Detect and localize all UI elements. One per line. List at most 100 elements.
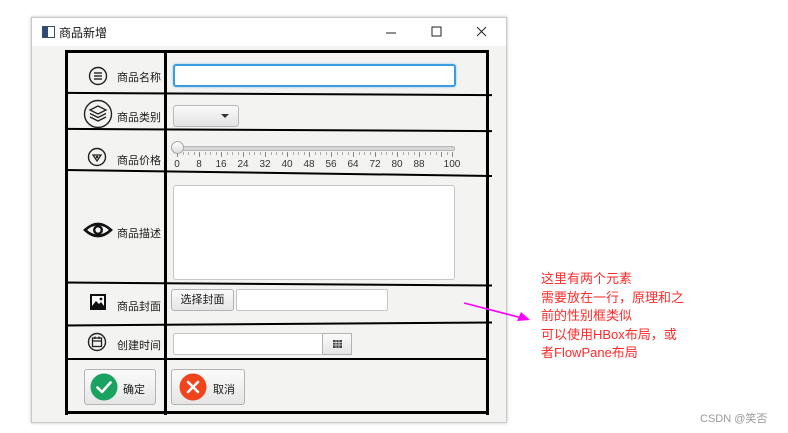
grid-line-row5 [64,321,493,327]
ok-button[interactable]: 确定 [84,369,156,405]
slider-tick-label: 0 [174,159,180,170]
slider-minor-tick [298,152,299,155]
price-slider-track[interactable] [176,146,455,151]
slider-minor-tick [342,152,343,155]
slider-minor-tick [281,152,283,155]
slider-tick-label: 100 [443,159,461,170]
name-label: 商品名称 [117,72,161,84]
close-icon [476,26,487,37]
grid-line-top [65,50,488,53]
slider-minor-tick [254,152,255,155]
slider-major-tick [397,152,398,157]
date-picker-field[interactable] [173,333,322,355]
price-label: 商品价格 [117,155,161,167]
grid-line-row2 [64,127,493,133]
grid-line-row4 [64,281,493,287]
slider-minor-tick [193,152,195,155]
minimize-button[interactable] [369,20,413,44]
slider-minor-tick [226,152,228,155]
cover-path-field[interactable] [236,289,388,311]
price-slider-thumb[interactable] [171,141,184,154]
price-tag-icon [87,147,107,167]
slider-major-tick [441,152,442,157]
slider-major-tick [243,152,244,157]
slider-minor-tick [413,152,415,155]
slider-tick-label: 8 [196,159,202,170]
slider-minor-tick [347,152,349,155]
category-combobox[interactable] [173,105,239,127]
slider-minor-tick [303,152,305,155]
slider-minor-tick [380,152,382,155]
slider-minor-tick [292,152,294,155]
maximize-button[interactable] [414,20,458,44]
annotation-line: 者FlowPane布局 [541,345,638,360]
name-input[interactable] [173,64,456,87]
maximize-icon [431,26,442,37]
window-title: 商品新增 [59,26,108,40]
slider-tick-label: 32 [259,159,271,170]
slider-major-tick [221,152,222,157]
slider-minor-tick [320,152,321,155]
slider-minor-tick [259,152,261,155]
slider-minor-tick [430,152,431,155]
slider-minor-tick [188,152,189,155]
slider-minor-tick [369,152,371,155]
annotation-arrow-icon [463,302,530,321]
slider-tick-label: 80 [391,159,403,170]
date-picker-button[interactable] [322,333,352,355]
cancel-label: 取消 [213,384,235,396]
slider-tick-label: 48 [303,159,315,170]
product-add-window: 商品新增 商品名称 商品类别 商品价格 0 8 16 24 32 40 48 5… [31,17,507,423]
slider-major-tick [199,152,200,157]
slider-minor-tick [391,152,393,155]
slider-major-tick [353,152,354,157]
slider-minor-tick [237,152,239,155]
cover-label: 商品封面 [117,301,161,313]
slider-minor-tick [336,152,338,155]
slider-major-tick [375,152,376,157]
description-label: 商品描述 [117,228,161,240]
slider-tick-label: 24 [237,159,249,170]
eye-icon [83,222,113,238]
check-circle-icon [90,373,118,401]
cancel-button[interactable]: 取消 [171,369,245,405]
slider-minor-tick [204,152,206,155]
grid-line-row3 [65,169,492,177]
slider-minor-tick [358,152,360,155]
slider-minor-tick [314,152,316,155]
slider-tick-label: 72 [369,159,381,170]
slider-tick-label: 40 [281,159,293,170]
ok-label: 确定 [123,384,145,396]
slider-tick-label: 56 [325,159,337,170]
layers-circle-icon [83,99,113,129]
category-label: 商品类别 [117,112,161,124]
slider-minor-tick [276,152,277,155]
description-textarea[interactable] [173,185,455,280]
close-circle-icon [179,373,207,401]
slider-major-tick [452,152,453,157]
slider-minor-tick [232,152,233,155]
watermark: CSDN @笑否 [700,413,768,425]
slider-minor-tick [270,152,272,155]
slider-minor-tick [364,152,365,155]
title-bar: 商品新增 [32,18,506,46]
slider-minor-tick [424,152,426,155]
slider-tick-label: 88 [413,159,425,170]
annotation-line: 需要放在一行，原理和之 [541,289,685,305]
annotation-line: 这里有两个元素 [541,271,633,286]
slider-minor-tick [215,152,217,155]
annotation-line: 可以使用HBox布局，或 [541,326,677,342]
close-button[interactable] [460,20,504,44]
choose-cover-button[interactable]: 选择封面 [171,289,234,311]
slider-minor-tick [248,152,250,155]
annotation-line: 前的性别框类似 [541,308,633,323]
slider-minor-tick [446,152,448,155]
grid-line-left [65,50,68,415]
grid-line-middle [164,50,167,415]
slider-minor-tick [386,152,387,155]
app-icon [42,26,55,38]
date-label: 创建时间 [117,340,161,352]
slider-minor-tick [402,152,404,155]
slider-tick-label: 16 [215,159,227,170]
calendar-grid-icon [333,340,342,348]
